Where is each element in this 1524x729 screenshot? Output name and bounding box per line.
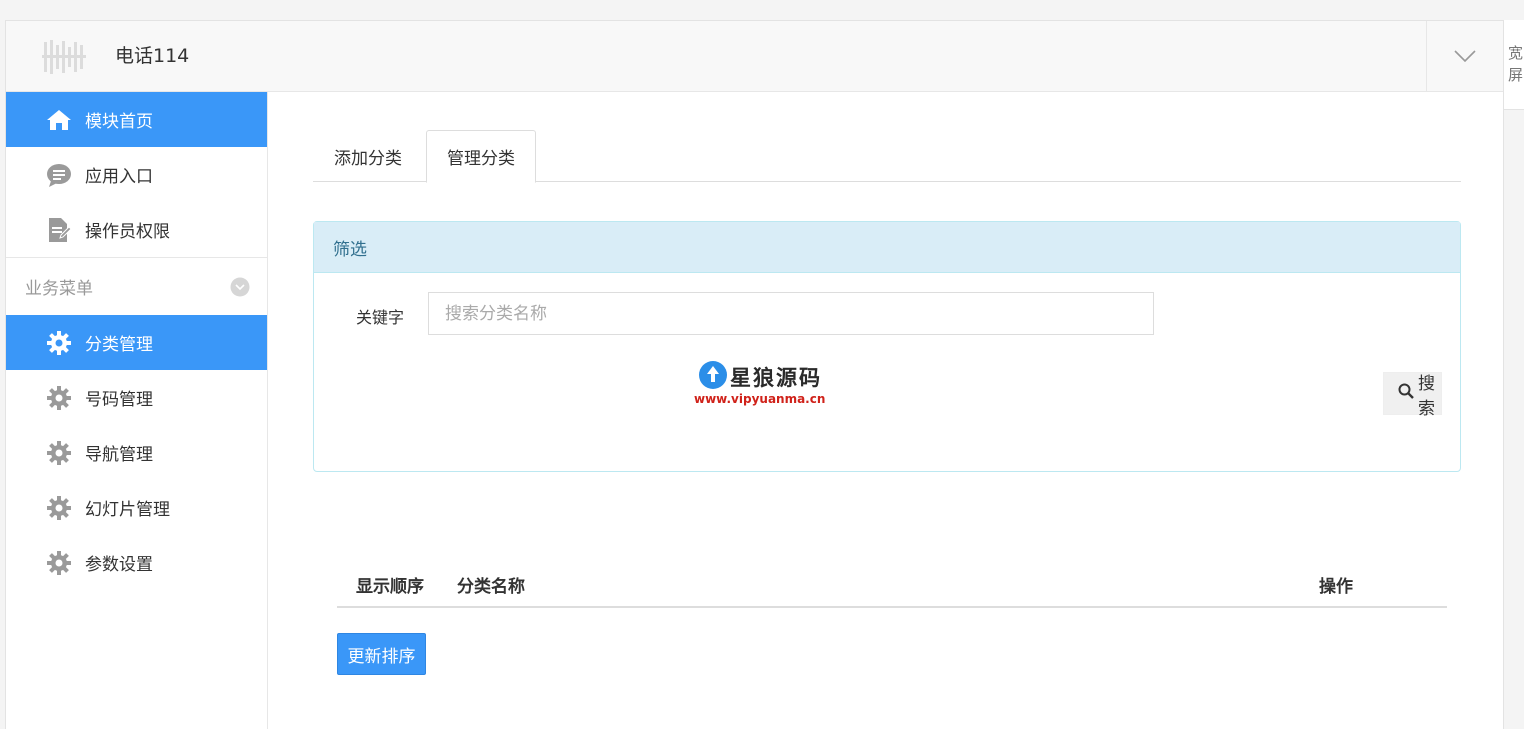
sidebar-item-category-management[interactable]: 分类管理 (6, 315, 267, 370)
column-header-actions: 操作 (1319, 577, 1353, 597)
sidebar-item-slideshow-management[interactable]: 幻灯片管理 (6, 480, 267, 535)
top-bar: 电话114 (6, 21, 1503, 92)
sidebar-item-number-management[interactable]: 号码管理 (6, 370, 267, 425)
sidebar-item-navigation-management[interactable]: 导航管理 (6, 425, 267, 480)
sidebar-item-app-entry[interactable]: 应用入口 (6, 147, 267, 202)
app-title: 电话114 (115, 45, 190, 67)
sidebar-group-label: 业务菜单 (25, 279, 93, 299)
app-frame: 电话114 模块首页 应用入口 操作员权限 业务菜单 分类管理 号码管理 导航管… (5, 20, 1504, 729)
gear-icon (46, 550, 72, 576)
home-icon (46, 107, 72, 133)
watermark-title: 星狼源码 (730, 366, 822, 390)
watermark-url: www.vipyuanma.cn (694, 392, 826, 406)
chevron-down-icon (1454, 47, 1476, 66)
keyword-label: 关键字 (356, 308, 405, 327)
gear-icon (46, 495, 72, 521)
keyword-search-input[interactable] (428, 292, 1154, 335)
column-header-display-order: 显示顺序 (356, 577, 424, 597)
update-order-button[interactable]: 更新排序 (337, 633, 426, 675)
collapse-toggle-button[interactable] (1426, 21, 1503, 91)
sidebar-item-operator-permission[interactable]: 操作员权限 (6, 202, 267, 257)
watermark: 星狼源码 www.vipyuanma.cn (692, 360, 842, 410)
filter-panel-title: 筛选 (314, 222, 1460, 273)
sidebar-group-business-menu[interactable]: 业务菜单 (6, 257, 267, 315)
category-table-header: 显示顺序 分类名称 操作 (337, 550, 1447, 608)
tab-bar: 添加分类 管理分类 (313, 130, 1461, 183)
filter-panel: 筛选 关键字 搜索 (313, 221, 1461, 472)
sidebar-item-label: 模块首页 (85, 112, 153, 132)
search-button-label: 搜索 (1418, 373, 1435, 419)
sidebar-item-label: 幻灯片管理 (85, 500, 170, 520)
widescreen-toggle[interactable]: 宽屏 (1504, 20, 1524, 110)
tab-add-category[interactable]: 添加分类 (313, 130, 423, 182)
gear-icon (46, 330, 72, 356)
sidebar-item-label: 应用入口 (85, 167, 153, 187)
sidebar-item-label: 参数设置 (85, 555, 153, 575)
sidebar-item-label: 操作员权限 (85, 222, 170, 242)
logo (42, 39, 86, 75)
sidebar-item-module-home[interactable]: 模块首页 (6, 92, 267, 147)
search-button[interactable]: 搜索 (1383, 372, 1442, 419)
sidebar-item-label: 分类管理 (85, 335, 153, 355)
tab-manage-category[interactable]: 管理分类 (426, 130, 536, 183)
chevron-down-icon[interactable] (230, 277, 250, 297)
sidebar: 模块首页 应用入口 操作员权限 业务菜单 分类管理 号码管理 导航管理 幻灯片管… (6, 92, 268, 729)
chat-icon (46, 162, 72, 188)
sidebar-item-label: 号码管理 (85, 390, 153, 410)
main-content: 添加分类 管理分类 筛选 关键字 搜索 星狼源码 www.vipyuanma.c… (268, 92, 1503, 729)
edit-doc-icon (46, 217, 72, 243)
search-icon (1398, 383, 1414, 404)
column-header-category-name: 分类名称 (457, 577, 525, 597)
sidebar-item-parameter-settings[interactable]: 参数设置 (6, 535, 267, 590)
sidebar-item-label: 导航管理 (85, 445, 153, 465)
gear-icon (46, 385, 72, 411)
gear-icon (46, 440, 72, 466)
watermark-logo-icon (698, 360, 728, 394)
